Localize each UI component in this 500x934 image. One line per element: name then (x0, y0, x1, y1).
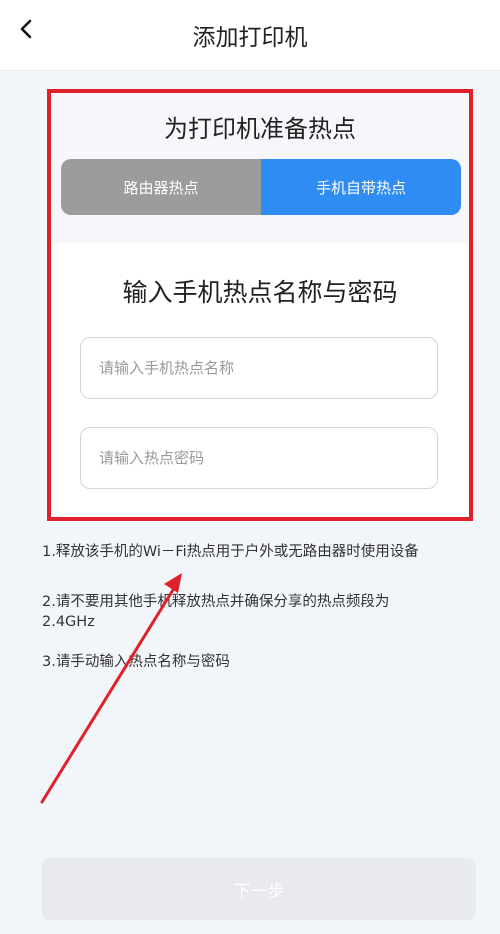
tip-item: 1.释放该手机的Wi－Fi热点用于户外或无路由器时使用设备 (42, 544, 419, 560)
form-title: 输入手机热点名称与密码 (122, 278, 398, 307)
tab-router-hotspot[interactable]: 路由器热点 (61, 159, 261, 215)
header: 添加打印机 (0, 0, 500, 71)
hotspot-form: 输入手机热点名称与密码 (51, 243, 469, 517)
highlighted-hotspot-section: 为打印机准备热点 路由器热点 手机自带热点 输入手机热点名称与密码 (47, 89, 473, 521)
page-title: 添加打印机 (192, 25, 308, 51)
tip-item: 3.请手动输入热点名称与密码 (42, 654, 230, 670)
section-title: 为打印机准备热点 (164, 115, 356, 143)
next-step-button[interactable]: 下一步 (42, 858, 476, 920)
tab-phone-hotspot[interactable]: 手机自带热点 (261, 159, 461, 215)
tip-item: 2.请不要用其他手机释放热点并确保分享的热点频段为 2.4GHz (42, 594, 390, 630)
hotspot-name-input[interactable] (80, 337, 438, 399)
hotspot-type-tabs: 路由器热点 手机自带热点 (61, 159, 461, 215)
hotspot-password-input[interactable] (80, 427, 438, 489)
